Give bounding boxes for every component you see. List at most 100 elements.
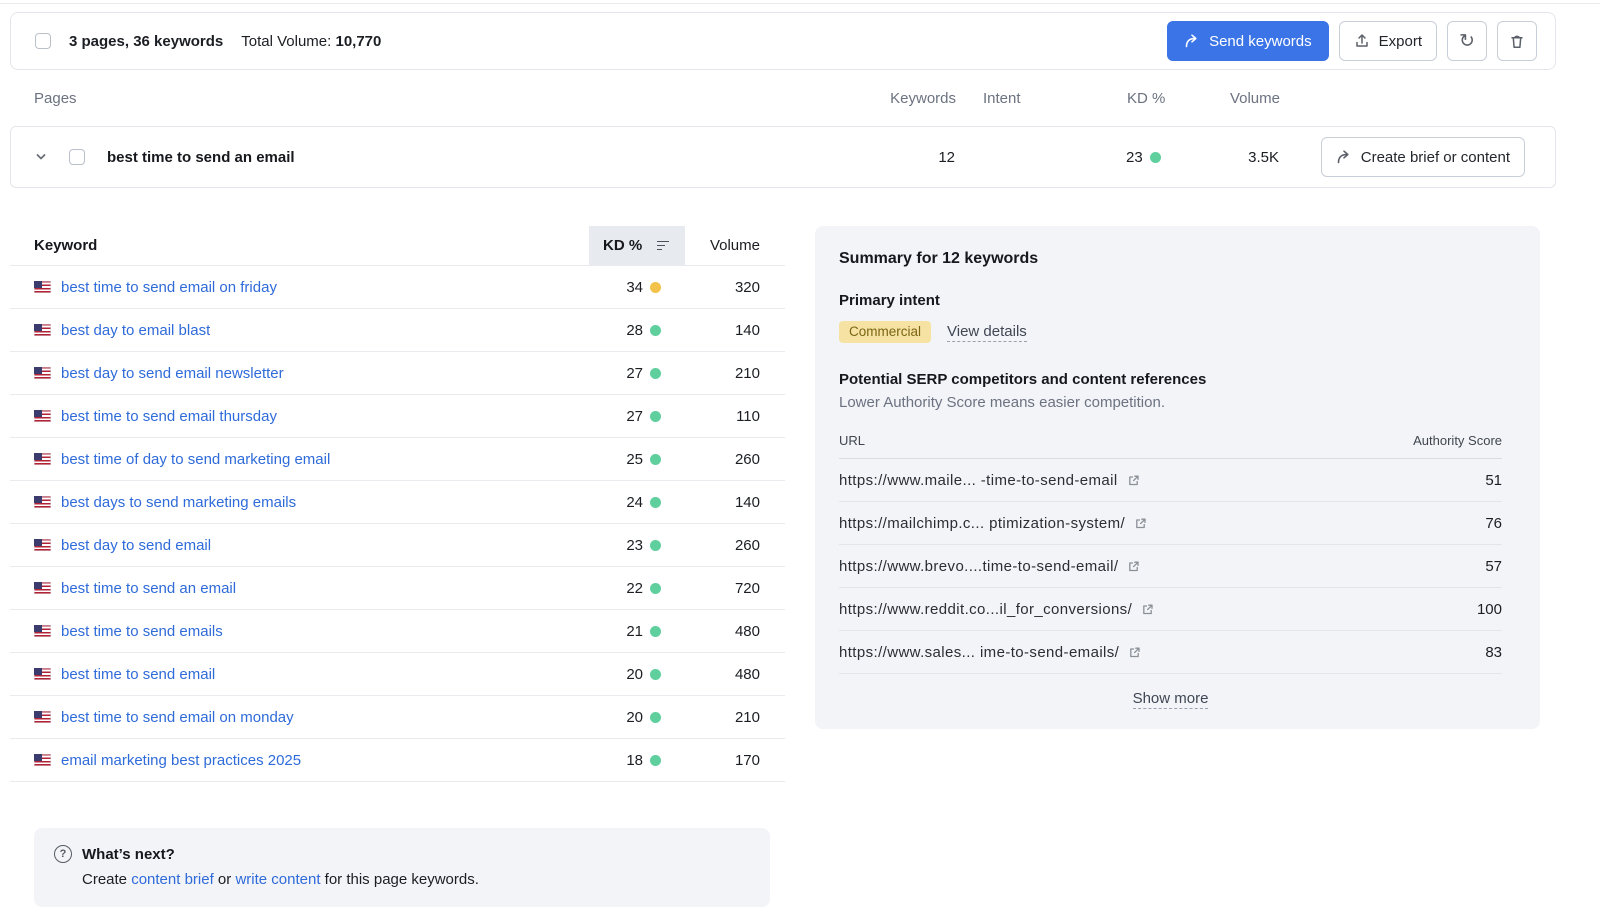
total-volume-label: Total Volume: [241,33,331,50]
authority-score-value: 76 [1485,515,1502,532]
competitor-url: https://mailchimp.c... ptimization-syste… [839,515,1125,532]
export-button[interactable]: Export [1339,21,1437,61]
keywords-header-label: Keywords [866,90,956,107]
summary-title: Summary for 12 keywords [839,250,1516,268]
send-arrow-icon [1184,33,1200,49]
whats-next-text: Create content brief or write content fo… [54,871,750,888]
content-brief-link[interactable]: content brief [131,871,214,888]
volume-value: 260 [685,438,785,480]
competitor-row: https://www.sales... ime-to-send-emails/… [839,631,1502,674]
keyword-link[interactable]: best day to send email newsletter [61,365,284,382]
keyword-link[interactable]: best time to send email on friday [61,279,277,296]
authority-score-column-header: Authority Score [1413,433,1502,448]
volume-column-header: Volume [685,226,785,265]
keyword-row: best time to send email on monday 20 210 [10,696,785,739]
summary-panel: Summary for 12 keywords Primary intent C… [815,226,1540,729]
kd-dot [650,669,661,680]
competitor-url: https://www.maile... -time-to-send-email [839,472,1118,489]
keyword-link[interactable]: best days to send marketing emails [61,494,296,511]
page-row-checkbox[interactable] [69,149,85,165]
show-more-link[interactable]: Show more [1133,690,1209,709]
keyword-link[interactable]: best time of day to send marketing email [61,451,330,468]
keyword-link[interactable]: email marketing best practices 2025 [61,752,301,769]
keyword-manager-page: 3 pages, 36 keywords Total Volume: 10,77… [0,0,1600,923]
competitors-table-body: https://www.maile... -time-to-send-email… [839,459,1502,674]
us-flag-icon [34,668,51,680]
keyword-link[interactable]: best day to send email [61,537,211,554]
external-link-icon[interactable] [1141,603,1154,616]
volume-header-label: Volume [1203,90,1280,107]
keyword-row: best day to email blast 28 140 [10,309,785,352]
send-keywords-label: Send keywords [1209,33,1312,50]
whats-next-title: What’s next? [82,846,175,863]
volume-value: 140 [685,481,785,523]
keyword-link[interactable]: best time to send email thursday [61,408,277,425]
kd-value: 27 [589,408,643,425]
kd-value: 18 [589,752,643,769]
keyword-link[interactable]: best time to send emails [61,623,223,640]
volume-value: 320 [685,266,785,308]
kd-dot [650,411,661,422]
volume-value: 720 [685,567,785,609]
competitor-row: https://www.maile... -time-to-send-email… [839,459,1502,502]
external-link-icon[interactable] [1128,646,1141,659]
keyword-row: best day to send email 23 260 [10,524,785,567]
competitor-url: https://www.reddit.co...il_for_conversio… [839,601,1132,618]
kd-column-header[interactable]: KD % [589,226,685,265]
kd-dot [650,325,661,336]
delete-button[interactable] [1497,21,1537,61]
keyword-column-header: Keyword [10,226,589,265]
volume-value: 110 [685,395,785,437]
url-column-header: URL [839,433,865,448]
page-kd-dot [1150,152,1161,163]
kd-value: 27 [589,365,643,382]
kd-value: 25 [589,451,643,468]
external-link-icon[interactable] [1127,560,1140,573]
volume-value: 480 [685,610,785,652]
keyword-table: Keyword KD % Volume best time to send em… [10,226,785,907]
us-flag-icon [34,625,51,637]
external-link-icon[interactable] [1134,517,1147,530]
view-details-link[interactable]: View details [947,323,1027,342]
send-keywords-button[interactable]: Send keywords [1167,21,1329,61]
refresh-button[interactable]: ↻ [1447,21,1487,61]
volume-value: 140 [685,309,785,351]
select-all-checkbox[interactable] [35,33,51,49]
top-divider [0,0,1600,4]
kd-dot [650,454,661,465]
keyword-row: best time to send emails 21 480 [10,610,785,653]
keyword-row: best time to send an email 22 720 [10,567,785,610]
keyword-link[interactable]: best time to send email [61,666,215,683]
create-brief-label: Create brief or content [1361,149,1510,166]
kd-value: 21 [589,623,643,640]
selection-toolbar: 3 pages, 36 keywords Total Volume: 10,77… [10,12,1556,70]
trash-icon [1509,33,1525,50]
kd-dot [650,626,661,637]
create-brief-arrow-icon [1336,149,1352,165]
keyword-link[interactable]: best time to send email on monday [61,709,294,726]
create-brief-button[interactable]: Create brief or content [1321,137,1525,177]
selection-summary: 3 pages, 36 keywords [69,33,223,50]
serp-heading: Potential SERP competitors and content r… [839,371,1516,388]
write-content-link[interactable]: write content [235,871,320,888]
keyword-table-header: Keyword KD % Volume [10,226,785,266]
serp-subheading: Lower Authority Score means easier compe… [839,394,1516,411]
page-kd-value: 23 [1126,149,1143,166]
page-keywords-count: 12 [865,149,955,166]
keyword-link[interactable]: best time to send an email [61,580,236,597]
us-flag-icon [34,453,51,465]
us-flag-icon [34,711,51,723]
competitor-url: https://www.brevo....time-to-send-email/ [839,558,1118,575]
chevron-down-icon[interactable] [35,151,47,163]
keyword-link[interactable]: best day to email blast [61,322,210,339]
total-volume-value: 10,770 [335,33,381,50]
competitor-row: https://www.reddit.co...il_for_conversio… [839,588,1502,631]
kd-dot [650,497,661,508]
keyword-row: best days to send marketing emails 24 14… [10,481,785,524]
total-volume: Total Volume: 10,770 [241,33,381,50]
keyword-row: best day to send email newsletter 27 210 [10,352,785,395]
external-link-icon[interactable] [1127,474,1140,487]
kd-dot [650,755,661,766]
us-flag-icon [34,496,51,508]
kd-header-label: KD % [1107,90,1203,107]
